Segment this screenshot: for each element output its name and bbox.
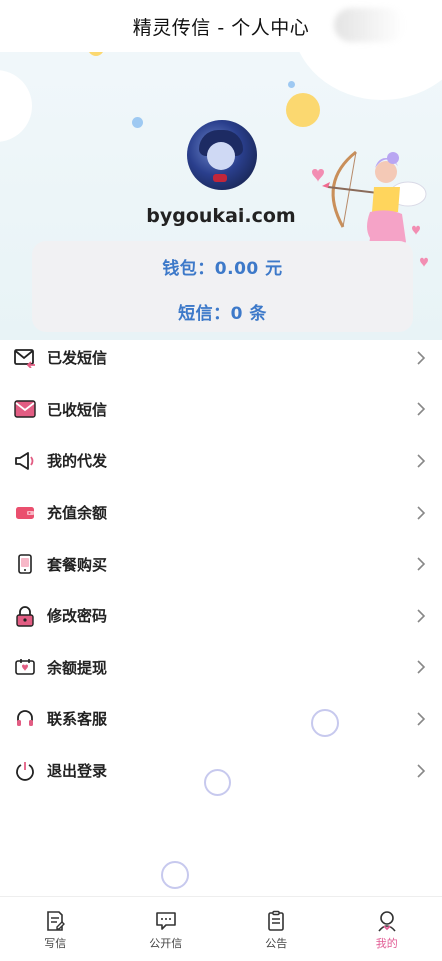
bottom-tab-bar: 写信 公开信 公告 我的 [0, 896, 442, 961]
write-icon [47, 911, 66, 931]
lock-icon [14, 605, 36, 627]
public-letter-icon [155, 912, 176, 930]
tab-label: 公告 [265, 937, 288, 950]
mini-program-capsule[interactable] [334, 8, 434, 42]
avatar-bow [213, 174, 227, 182]
chevron-right-icon [417, 712, 426, 726]
phone-package-icon [14, 553, 36, 575]
chevron-right-icon [417, 454, 426, 468]
top-bar: 精灵传信 - 个人中心 [0, 0, 442, 52]
decorative-bubble [311, 709, 339, 737]
chevron-right-icon [417, 609, 426, 623]
menu-item-label: 联系客服 [47, 710, 108, 729]
decorative-dot [288, 81, 295, 88]
menu-item-label: 我的代发 [47, 452, 108, 471]
wallet-card: 钱包：0.00 元 短信：0 条 [32, 241, 413, 332]
decorative-bubble [204, 769, 231, 796]
menu-item-sent-sms[interactable]: 已发短信 [0, 332, 442, 384]
received-mail-icon [14, 398, 36, 420]
decorative-dot [286, 93, 320, 127]
decorative-cloud [0, 70, 32, 142]
headset-icon [14, 708, 36, 730]
chevron-right-icon [417, 763, 426, 778]
menu-item-label: 退出登录 [47, 762, 108, 781]
tab-label: 我的 [375, 937, 398, 950]
tab-public-letter[interactable]: 公开信 [111, 897, 222, 961]
menu-item-recharge[interactable]: 充值余额 [0, 487, 442, 539]
menu-item-label: 修改密码 [47, 607, 108, 626]
menu-item-label: 已发短信 [47, 349, 108, 368]
profile-icon [378, 911, 396, 932]
avatar[interactable] [187, 120, 257, 190]
sms-balance: 短信：0 条 [178, 304, 267, 324]
notice-icon [268, 910, 285, 931]
chevron-right-icon [417, 506, 426, 520]
decorative-bubble [161, 861, 189, 889]
menu-item-label: 余额提现 [47, 658, 108, 677]
menu-list: 已发短信 已收短信 我的代发 充值余额 套餐购买 修改密码 余额提现 联系客服 … [0, 332, 442, 796]
menu-item-label: 充值余额 [47, 504, 108, 523]
megaphone-icon [14, 450, 36, 472]
menu-item-contact-support[interactable]: 联系客服 [0, 693, 442, 745]
chevron-right-icon [417, 660, 426, 674]
menu-item-received-sms[interactable]: 已收短信 [0, 384, 442, 436]
menu-item-label: 套餐购买 [47, 555, 108, 574]
page-title: 精灵传信 - 个人中心 [132, 16, 310, 39]
power-icon [14, 760, 36, 782]
chevron-right-icon [417, 351, 426, 365]
menu-item-package-purchase[interactable]: 套餐购买 [0, 538, 442, 590]
menu-item-withdraw[interactable]: 余额提现 [0, 642, 442, 694]
tab-label: 公开信 [149, 937, 183, 950]
withdraw-icon [14, 656, 36, 678]
wallet-balance: 钱包：0.00 元 [162, 259, 283, 279]
wallet-icon [14, 502, 36, 524]
menu-item-change-password[interactable]: 修改密码 [0, 590, 442, 642]
tab-profile[interactable]: 我的 [332, 897, 442, 961]
avatar-face [207, 142, 235, 170]
chevron-right-icon [417, 557, 426, 571]
menu-item-label: 已收短信 [47, 400, 108, 419]
menu-item-my-proxy-send[interactable]: 我的代发 [0, 435, 442, 487]
tab-write[interactable]: 写信 [0, 897, 111, 961]
decorative-dot [132, 117, 143, 128]
tab-notice[interactable]: 公告 [221, 897, 332, 961]
chevron-right-icon [417, 402, 426, 416]
tab-label: 写信 [44, 937, 67, 950]
sent-mail-icon [14, 347, 36, 369]
